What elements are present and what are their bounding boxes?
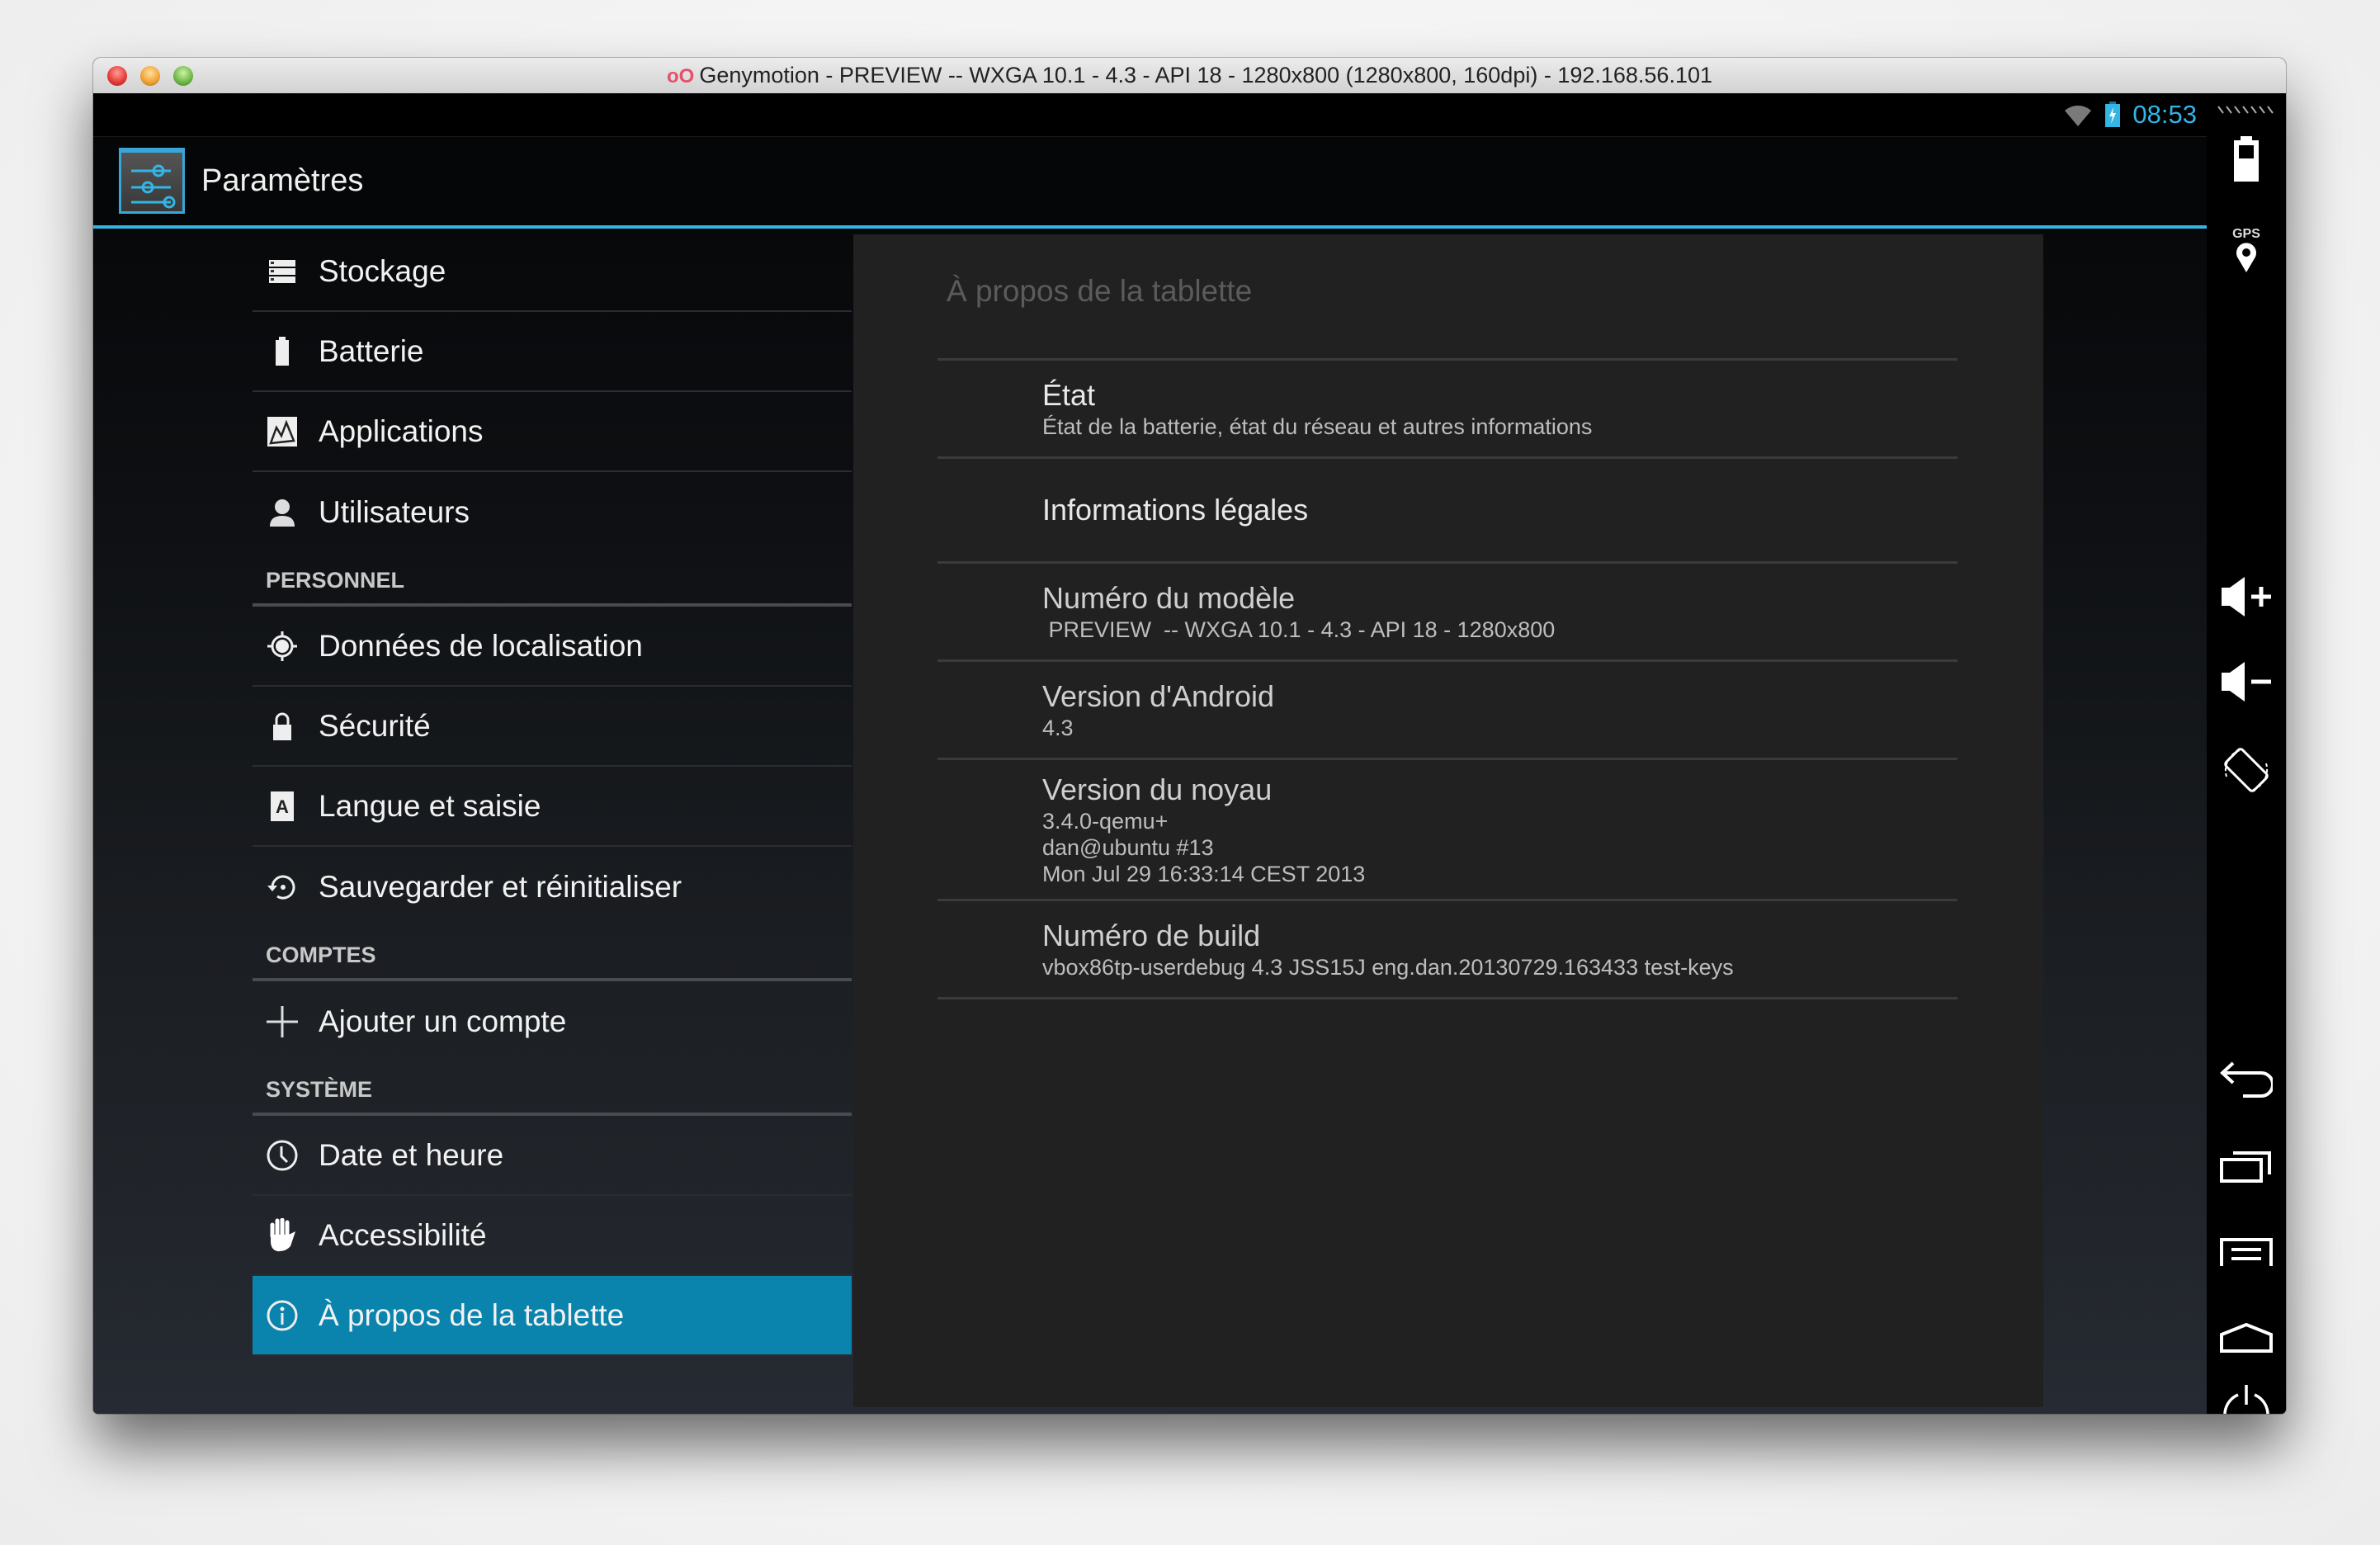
home-icon	[2220, 1323, 2273, 1353]
sidebar-item-about-tablet[interactable]: À propos de la tablette	[253, 1276, 852, 1356]
sidebar-item-date-time[interactable]: Date et heure	[253, 1116, 852, 1196]
toolbar-grip	[2207, 102, 2286, 118]
backup-restore-icon	[266, 871, 299, 904]
genymotion-toolbar: GPS	[2207, 93, 2286, 1414]
android-screen: 08:53 Paramètres Stockage Batterie Appli…	[93, 93, 2207, 1414]
storage-icon	[266, 255, 299, 288]
sidebar-item-backup[interactable]: Sauvegarder et réinitialiser	[253, 847, 852, 927]
status-clock: 08:53	[2132, 100, 2197, 129]
recent-apps-icon	[2220, 1151, 2271, 1183]
menu-button[interactable]	[2207, 1228, 2286, 1278]
sidebar-item-users[interactable]: Utilisateurs	[253, 472, 852, 552]
sidebar-item-storage[interactable]: Stockage	[253, 232, 852, 312]
volume-up-button[interactable]	[2207, 572, 2286, 621]
menu-icon	[2220, 1238, 2273, 1266]
sidebar-item-language[interactable]: A Langue et saisie	[253, 767, 852, 847]
volume-down-button[interactable]	[2207, 657, 2286, 706]
user-icon	[266, 496, 299, 529]
section-header-comptes: COMPTES	[253, 927, 852, 981]
action-bar: Paramètres	[93, 137, 2207, 229]
volume-down-icon	[2222, 662, 2271, 702]
pref-status[interactable]: État État de la batterie, état du réseau…	[937, 361, 1957, 459]
pref-model-number: Numéro du modèle PREVIEW -- WXGA 10.1 - …	[937, 564, 1957, 662]
battery-charging-icon	[2105, 102, 2121, 127]
settings-sliders-icon[interactable]	[119, 148, 185, 214]
plus-icon	[266, 1005, 299, 1038]
power-button[interactable]	[2207, 1381, 2286, 1414]
back-button[interactable]	[2207, 1055, 2286, 1104]
section-header-personnel: PERSONNEL	[253, 552, 852, 607]
svg-text:A: A	[276, 796, 289, 817]
battery-icon	[266, 335, 299, 368]
pref-kernel-version: Version du noyau 3.4.0-qemu+ dan@ubuntu …	[937, 760, 1957, 901]
back-icon	[2220, 1061, 2273, 1098]
settings-sidebar: Stockage Batterie Applications Utilisate…	[253, 232, 852, 1356]
window-title: oO Genymotion - PREVIEW -- WXGA 10.1 - 4.…	[666, 63, 1712, 87]
sidebar-item-add-account[interactable]: Ajouter un compte	[253, 981, 852, 1061]
clock-icon	[266, 1139, 299, 1172]
pref-build-number[interactable]: Numéro de build vbox86tp-userdebug 4.3 J…	[937, 901, 1957, 999]
sidebar-item-accessibility[interactable]: Accessibilité	[253, 1196, 852, 1276]
battery-widget-icon	[2234, 136, 2259, 182]
status-bar: 08:53	[93, 93, 2207, 137]
home-button[interactable]	[2207, 1313, 2286, 1363]
sidebar-item-battery[interactable]: Batterie	[253, 312, 852, 392]
pref-android-version[interactable]: Version d'Android 4.3	[937, 662, 1957, 760]
title-bar: oO Genymotion - PREVIEW -- WXGA 10.1 - 4.…	[93, 58, 2286, 94]
applications-icon	[266, 415, 299, 448]
genymotion-window: oO Genymotion - PREVIEW -- WXGA 10.1 - 4.…	[93, 58, 2286, 1414]
sidebar-item-location[interactable]: Données de localisation	[253, 607, 852, 687]
language-icon: A	[266, 790, 299, 823]
pref-legal-info[interactable]: Informations légales	[937, 459, 1957, 564]
sidebar-item-applications[interactable]: Applications	[253, 392, 852, 472]
volume-up-icon	[2222, 577, 2271, 617]
rotate-device-icon	[2224, 748, 2269, 792]
about-tablet-panel: À propos de la tablette État État de la …	[853, 234, 2043, 1407]
sidebar-item-security[interactable]: Sécurité	[253, 687, 852, 767]
panel-title: À propos de la tablette	[947, 274, 1253, 308]
gps-pin-icon	[2236, 243, 2256, 272]
rotate-device-button[interactable]	[2207, 737, 2286, 803]
location-icon	[266, 630, 299, 663]
info-icon	[266, 1299, 299, 1332]
preference-list: État État de la batterie, état du réseau…	[937, 358, 1957, 999]
section-header-systeme: SYSTÈME	[253, 1061, 852, 1116]
gps-widget-button[interactable]: GPS	[2207, 217, 2286, 283]
wifi-icon	[2065, 105, 2092, 126]
power-icon	[2223, 1385, 2269, 1414]
hand-icon	[266, 1217, 299, 1252]
battery-widget-button[interactable]	[2207, 130, 2286, 188]
lock-icon	[266, 710, 299, 743]
genymotion-logo-icon: oO	[666, 65, 695, 87]
recent-apps-button[interactable]	[2207, 1141, 2286, 1191]
page-title: Paramètres	[201, 163, 364, 198]
